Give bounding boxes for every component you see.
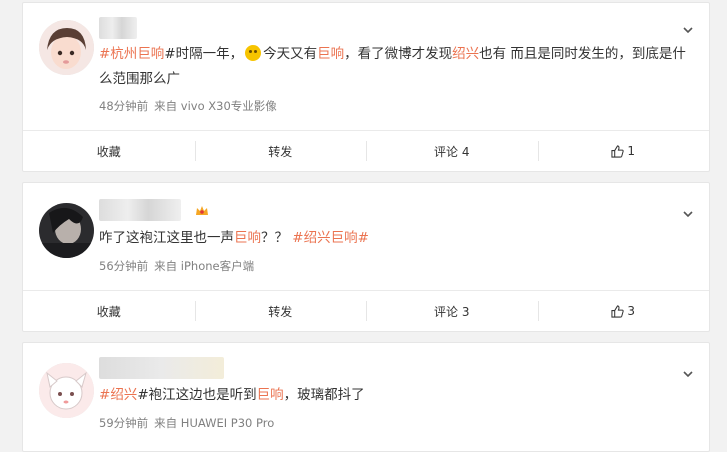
post-text-segment: 今天又有	[263, 46, 318, 62]
keyword-link[interactable]: 巨响	[331, 230, 358, 246]
action-bar: 收藏 转发 评论 3 3	[23, 290, 709, 331]
keyword-link[interactable]: 巨响	[234, 230, 261, 246]
thumbs-up-icon	[611, 304, 625, 318]
like-count: 3	[627, 304, 636, 318]
post-card: #杭州巨响#时隔一年， 今天又有巨响，看了微博才发现绍兴也有 而且是同时发生的，到…	[22, 2, 710, 172]
comment-label: 评论 4	[434, 144, 470, 159]
post-source: 来自 vivo X30专业影像	[154, 99, 277, 113]
avatar[interactable]	[39, 203, 94, 258]
post-text: #杭州巨响#时隔一年， 今天又有巨响，看了微博才发现绍兴也有 而且是同时发生的，到…	[99, 42, 689, 92]
post-card: #绍兴#袍江这边也是听到巨响，玻璃都抖了 59分钟前 来自 HUAWEI P30 …	[22, 342, 710, 452]
post-meta: 56分钟前 来自 iPhone客户端	[99, 258, 254, 274]
crown-icon	[196, 206, 208, 215]
comment-button[interactable]: 评论 4	[366, 131, 538, 171]
keyword-link[interactable]: 巨响	[137, 46, 164, 62]
action-bar: 收藏 转发 评论 4 1	[23, 130, 709, 171]
topic-link[interactable]: #	[292, 230, 303, 246]
like-count: 1	[627, 144, 636, 158]
post-card: 咋了这袍江这里也一声巨响？？ #绍兴巨响# 56分钟前 来自 iPhone客户端 …	[22, 182, 710, 332]
avatar[interactable]	[39, 363, 94, 418]
topic-link[interactable]: #	[99, 387, 110, 403]
post-text-segment: ，玻璃都抖了	[283, 387, 365, 403]
post-time[interactable]: 56分钟前	[99, 259, 148, 273]
like-button[interactable]: 1	[537, 131, 710, 171]
post-meta: 59分钟前 来自 HUAWEI P30 Pro	[99, 415, 274, 431]
post-meta: 48分钟前 来自 vivo X30专业影像	[99, 98, 277, 114]
username-blurred[interactable]	[99, 357, 224, 379]
post-text-segment: ，看了微博才发现	[344, 46, 453, 62]
post-source: 来自 iPhone客户端	[154, 259, 255, 273]
post-source: 来自 HUAWEI P30 Pro	[154, 416, 275, 430]
post-time[interactable]: 59分钟前	[99, 416, 148, 430]
thumbs-up-icon	[611, 144, 625, 158]
collect-button[interactable]: 收藏	[23, 131, 195, 171]
username-blurred[interactable]	[99, 199, 181, 221]
keyword-link[interactable]: 绍兴	[110, 387, 137, 403]
chevron-down-icon[interactable]	[683, 209, 693, 219]
topic-link[interactable]: #杭州	[99, 46, 137, 62]
chevron-down-icon[interactable]	[683, 25, 693, 35]
like-button[interactable]: 3	[537, 291, 710, 331]
post-time[interactable]: 48分钟前	[99, 99, 148, 113]
repost-label: 转发	[268, 304, 293, 319]
post-text-segment: ？？	[261, 230, 293, 246]
comment-label: 评论 3	[434, 304, 470, 319]
post-text-segment: 咋了这袍江这里也一声	[99, 230, 234, 246]
comment-button[interactable]: 评论 3	[366, 291, 538, 331]
collect-label: 收藏	[96, 144, 121, 159]
username-blurred[interactable]	[99, 17, 137, 39]
collect-label: 收藏	[96, 304, 121, 319]
post-text-segment: #袍江这边也是听到	[137, 387, 257, 403]
post-text: #绍兴#袍江这边也是听到巨响，玻璃都抖了	[99, 383, 689, 408]
post-text: 咋了这袍江这里也一声巨响？？ #绍兴巨响#	[99, 226, 689, 251]
repost-button[interactable]: 转发	[194, 291, 367, 331]
post-text-segment: #时隔一年，	[164, 46, 244, 62]
chevron-down-icon[interactable]	[683, 369, 693, 379]
smile-emoji-icon	[245, 45, 262, 61]
keyword-link[interactable]: 绍兴	[452, 46, 479, 62]
topic-link[interactable]: #	[358, 230, 369, 246]
repost-label: 转发	[268, 144, 293, 159]
collect-button[interactable]: 收藏	[23, 291, 195, 331]
keyword-link[interactable]: 巨响	[317, 46, 344, 62]
avatar[interactable]	[39, 20, 94, 75]
keyword-link[interactable]: 巨响	[257, 387, 284, 403]
keyword-link[interactable]: 绍兴	[304, 230, 331, 246]
repost-button[interactable]: 转发	[194, 131, 367, 171]
